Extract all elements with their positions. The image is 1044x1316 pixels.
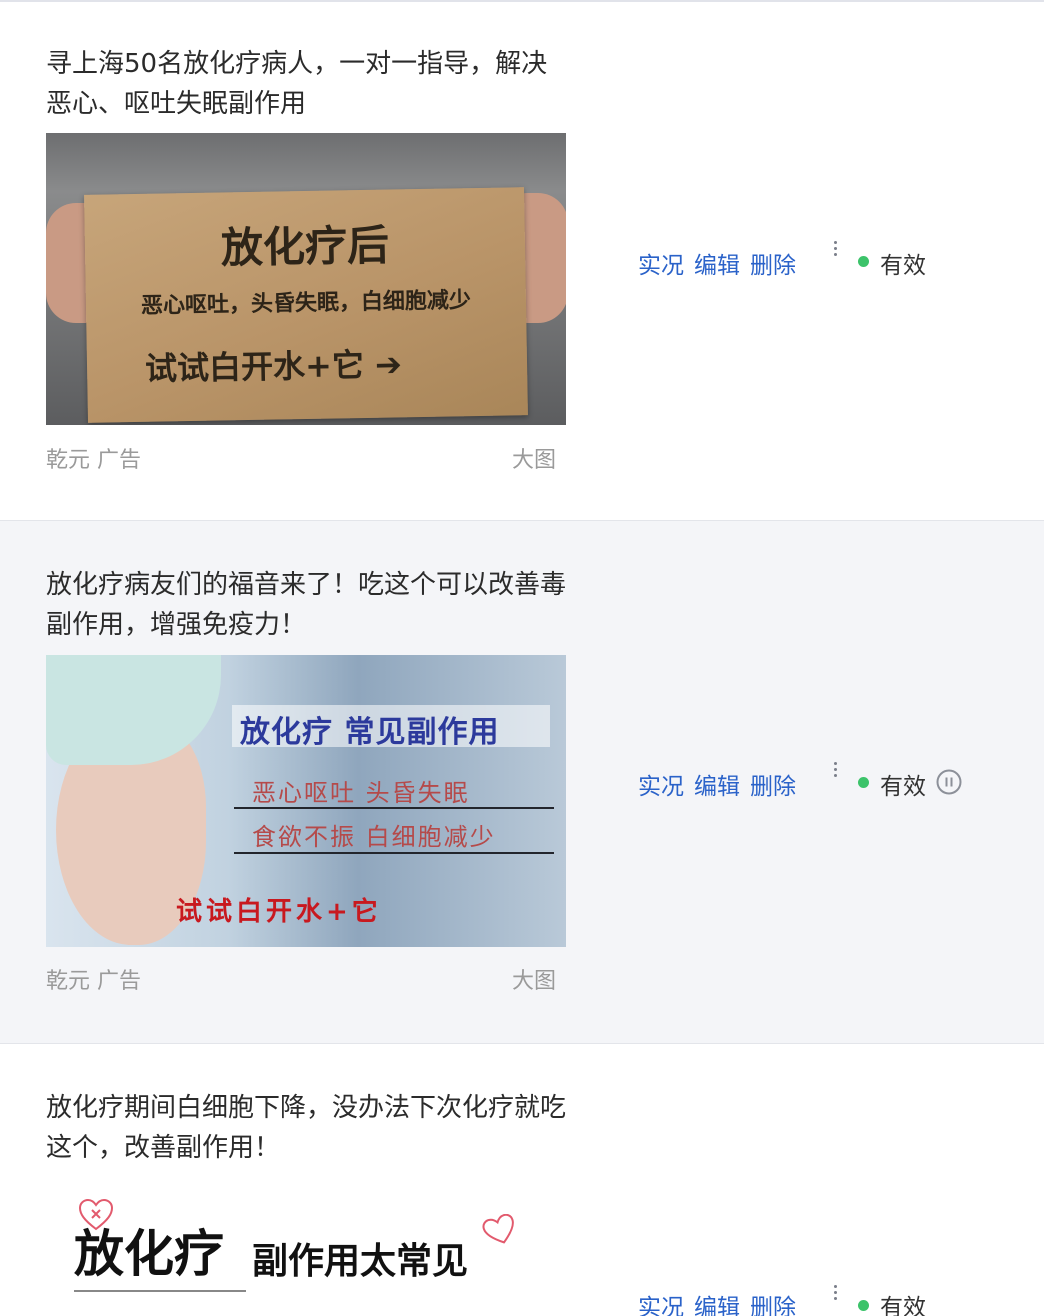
delete-link[interactable]: 删除 [750, 253, 796, 279]
heart-icon [482, 1214, 514, 1244]
live-link[interactable]: 实况 [638, 253, 684, 279]
image-heading: 放化疗 常见副作用 [240, 715, 500, 750]
ad-source: 乾元 广告 [46, 969, 141, 994]
divider [74, 1290, 246, 1292]
edit-link[interactable]: 编辑 [694, 253, 740, 279]
image-subheading: 副作用太常见 [252, 1241, 469, 1282]
sign-heading: 放化疗后 [220, 220, 390, 273]
sign-subheading: 恶心呕吐，头昏失眠，白细胞减少 [140, 288, 472, 319]
status-dot-icon [858, 1300, 869, 1311]
image-heading: 放化疗 [74, 1225, 224, 1283]
status-label: 有效 [880, 774, 926, 800]
ad-actions: 实况 编辑 删除 [638, 767, 806, 801]
edit-link[interactable]: 编辑 [694, 1295, 740, 1316]
divider [234, 807, 554, 809]
ad-format: 大图 [512, 448, 557, 473]
ad-title[interactable]: 放化疗期间白细胞下降，没办法下次化疗就吃这个，改善副作用！ [46, 1088, 566, 1168]
ad-row: 放化疗期间白细胞下降，没办法下次化疗就吃这个，改善副作用！ 放化疗 副作用太常见… [0, 1044, 1044, 1316]
image-cta: 试试白开水+它 [176, 897, 382, 927]
ad-thumbnail[interactable]: 放化疗 常见副作用 恶心呕吐 头昏失眠 食欲不振 白细胞减少 试试白开水+它 [46, 655, 566, 947]
ad-format: 大图 [512, 969, 557, 994]
divider [234, 852, 554, 854]
sign-cta: 试试白开水+它 ➔ [144, 345, 403, 388]
status-label: 有效 [880, 1295, 926, 1316]
ad-source: 乾元 广告 [46, 448, 141, 473]
ad-row: 寻上海50名放化疗病人，一对一指导，解决恶心、呕吐失眠副作用 放化疗后 恶心呕吐… [0, 2, 1044, 521]
ad-list-page: 寻上海50名放化疗病人，一对一指导，解决恶心、呕吐失眠副作用 放化疗后 恶心呕吐… [0, 0, 1044, 1316]
ad-thumbnail[interactable]: 放化疗后 恶心呕吐，头昏失眠，白细胞减少 试试白开水+它 ➔ [46, 133, 566, 425]
image-line-1: 恶心呕吐 头昏失眠 [252, 779, 470, 807]
image-line-2: 食欲不振 白细胞减少 [252, 823, 496, 851]
ad-thumbnail[interactable]: 放化疗 副作用太常见 [46, 1178, 566, 1316]
ad-actions: 实况 编辑 删除 [638, 246, 806, 280]
cardboard-sign: 放化疗后 恶心呕吐，头昏失眠，白细胞减少 试试白开水+它 ➔ [84, 187, 528, 423]
ad-actions: 实况 编辑 删除 [638, 1288, 806, 1316]
live-link[interactable]: 实况 [638, 1295, 684, 1316]
more-menu-icon[interactable] [828, 238, 842, 264]
status-dot-icon [858, 777, 869, 788]
status-dot-icon [858, 256, 869, 267]
more-menu-icon[interactable] [828, 759, 842, 785]
ad-title[interactable]: 放化疗病友们的福音来了！吃这个可以改善毒副作用，增强免疫力！ [46, 565, 566, 645]
more-menu-icon[interactable] [828, 1282, 842, 1308]
pause-icon[interactable] [936, 769, 962, 795]
ad-title[interactable]: 寻上海50名放化疗病人，一对一指导，解决恶心、呕吐失眠副作用 [46, 44, 566, 124]
live-link[interactable]: 实况 [638, 774, 684, 800]
delete-link[interactable]: 删除 [750, 774, 796, 800]
ad-row: 放化疗病友们的福音来了！吃这个可以改善毒副作用，增强免疫力！ 放化疗 常见副作用… [0, 521, 1044, 1044]
edit-link[interactable]: 编辑 [694, 774, 740, 800]
status-label: 有效 [880, 253, 926, 279]
delete-link[interactable]: 删除 [750, 1295, 796, 1316]
